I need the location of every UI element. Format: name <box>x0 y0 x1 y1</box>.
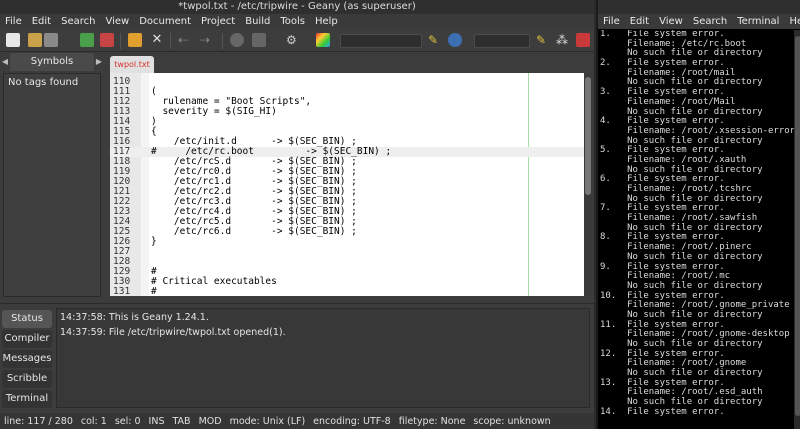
terminal-menu-search[interactable]: Search <box>688 16 732 27</box>
terminal-menu-help[interactable]: Help <box>784 16 800 27</box>
code-line[interactable]: 113 severity = $(SIG_HI) <box>110 107 584 117</box>
tab-status[interactable]: Status <box>2 310 52 328</box>
tab-scroll-right-icon[interactable]: ▶ <box>94 53 104 71</box>
terminal-menu-file[interactable]: File <box>598 16 625 27</box>
message-tabs: Status Compiler Messages Scribble Termin… <box>2 310 54 410</box>
status-log-line: 14:37:58: This is Geany 1.24.1. <box>60 312 209 323</box>
code-editor[interactable]: 110 111(112 rulename = "Boot Scripts", 113… <box>110 73 584 296</box>
forward-icon[interactable]: ⇢ <box>200 33 214 47</box>
line-text: # Critical executables <box>151 276 277 287</box>
line-text: /etc/rc6.d -> $(SEC_BIN) ; <box>151 226 357 237</box>
terminal-output[interactable]: 1. File system error. Filename: /etc/rc.… <box>598 30 794 429</box>
compile-icon[interactable] <box>230 33 244 47</box>
line-text: } <box>151 236 157 247</box>
line-text: # <box>151 286 157 297</box>
menu-build[interactable]: Build <box>240 16 275 27</box>
status-bar: line: 117 / 280 col: 1 sel: 0 INS TAB MO… <box>0 413 594 429</box>
code-line[interactable]: 127 <box>110 247 584 257</box>
close-icon[interactable]: ✕ <box>150 33 164 47</box>
status-scope: scope: unknown <box>473 415 551 427</box>
terminal-menu-view[interactable]: View <box>654 16 688 27</box>
code-line[interactable]: 130 # Critical executables <box>110 277 584 287</box>
status-ins: INS <box>148 415 165 427</box>
open-file-icon[interactable] <box>28 33 42 47</box>
menu-tools[interactable]: Tools <box>275 16 310 27</box>
code-line[interactable]: 131 # <box>110 286 584 297</box>
build-icon[interactable] <box>252 33 266 47</box>
revert-icon[interactable] <box>128 33 142 47</box>
menu-project[interactable]: Project <box>196 16 240 27</box>
tab-symbols[interactable]: Symbols <box>10 53 94 71</box>
menu-view[interactable]: View <box>100 16 134 27</box>
menu-help[interactable]: Help <box>310 16 343 27</box>
tab-scroll-left-icon[interactable]: ◀ <box>0 53 10 71</box>
open-recent-icon[interactable] <box>44 33 58 47</box>
symbol-list[interactable]: No tags found <box>3 73 101 297</box>
terminal-scrollbar-thumb[interactable] <box>795 36 800 416</box>
clear-goto-icon[interactable]: ✎ <box>536 33 550 47</box>
status-filetype: filetype: None <box>398 415 466 427</box>
run-icon[interactable]: ⚙ <box>286 33 300 47</box>
line-number: 131 <box>113 286 131 297</box>
quit-icon[interactable] <box>576 33 590 47</box>
search-field[interactable] <box>340 34 422 48</box>
sidebar: ◀ Symbols ▶ No tags found <box>0 53 104 300</box>
tab-messages[interactable]: Messages <box>2 350 52 368</box>
terminal-menu-terminal[interactable]: Terminal <box>732 16 784 27</box>
terminal-window: File Edit View Search Terminal Help 1. F… <box>596 0 800 429</box>
status-log-line: 14:37:59: File /etc/tripwire/twpol.txt o… <box>60 327 286 338</box>
tab-terminal[interactable]: Terminal <box>2 390 52 408</box>
sidebar-tabs: ◀ Symbols ▶ <box>0 53 104 71</box>
status-col: col: 1 <box>80 415 107 427</box>
editor-scrollbar[interactable] <box>584 73 592 296</box>
status-log[interactable]: 14:37:58: This is Geany 1.24.1. 14:37:59… <box>56 308 590 408</box>
menu-document[interactable]: Document <box>134 16 196 27</box>
message-window: Status Compiler Messages Scribble Termin… <box>0 303 594 410</box>
code-line[interactable]: 126} <box>110 237 584 247</box>
goto-line-field[interactable] <box>474 34 530 48</box>
document-tabbar: twpol.txt <box>108 55 592 73</box>
terminal-menubar: File Edit View Search Terminal Help <box>598 14 800 29</box>
back-icon[interactable]: ⇠ <box>178 33 192 47</box>
menu-file[interactable]: File <box>0 16 27 27</box>
toolbar-separator <box>170 33 171 49</box>
menu-edit[interactable]: Edit <box>27 16 56 27</box>
status-mode: mode: Unix (LF) <box>229 415 306 427</box>
document-tab[interactable]: twpol.txt <box>110 56 154 73</box>
toolbar-separator <box>120 33 121 49</box>
geany-window: *twpol.txt - /etc/tripwire - Geany (as s… <box>0 0 594 429</box>
terminal-titlebar <box>598 0 800 14</box>
status-encoding: encoding: UTF-8 <box>313 415 391 427</box>
terminal-line: 14. File system error. <box>600 406 725 417</box>
save-all-icon[interactable] <box>100 33 114 47</box>
terminal-menu-edit[interactable]: Edit <box>625 16 654 27</box>
window-title: *twpol.txt - /etc/tripwire - Geany (as s… <box>0 0 594 14</box>
editor-scrollbar-thumb[interactable] <box>585 77 591 195</box>
tab-compiler[interactable]: Compiler <box>2 330 52 348</box>
save-icon[interactable] <box>80 33 94 47</box>
terminal-scrollbar[interactable] <box>794 30 800 429</box>
toolbar-separator <box>222 33 223 49</box>
code-line[interactable]: 128 <box>110 257 584 267</box>
status-mod: MOD <box>198 415 222 427</box>
code-line[interactable]: 125 /etc/rc6.d -> $(SEC_BIN) ; <box>110 227 584 237</box>
no-tags-label: No tags found <box>8 77 79 88</box>
status-line: line: 117 / 280 <box>4 415 73 427</box>
color-chooser-icon[interactable] <box>316 33 330 47</box>
line-text: severity = $(SIG_HI) <box>151 106 277 117</box>
new-file-icon[interactable] <box>6 33 20 47</box>
toolbar: ✕ ⇠ ⇢ ⚙ ✎ ✎ ⁂ <box>0 30 594 52</box>
geany-menubar: File Edit Search View Document Project B… <box>0 14 594 29</box>
clear-search-icon[interactable]: ✎ <box>428 33 442 47</box>
menu-search[interactable]: Search <box>56 16 100 27</box>
status-tab: TAB <box>172 415 191 427</box>
goto-line-icon[interactable]: ⁂ <box>556 33 570 47</box>
code-line[interactable]: 110 <box>110 77 584 87</box>
tab-scribble[interactable]: Scribble <box>2 370 52 388</box>
status-sel: sel: 0 <box>114 415 141 427</box>
code-line[interactable]: 114) <box>110 117 584 127</box>
find-icon[interactable] <box>448 33 462 47</box>
